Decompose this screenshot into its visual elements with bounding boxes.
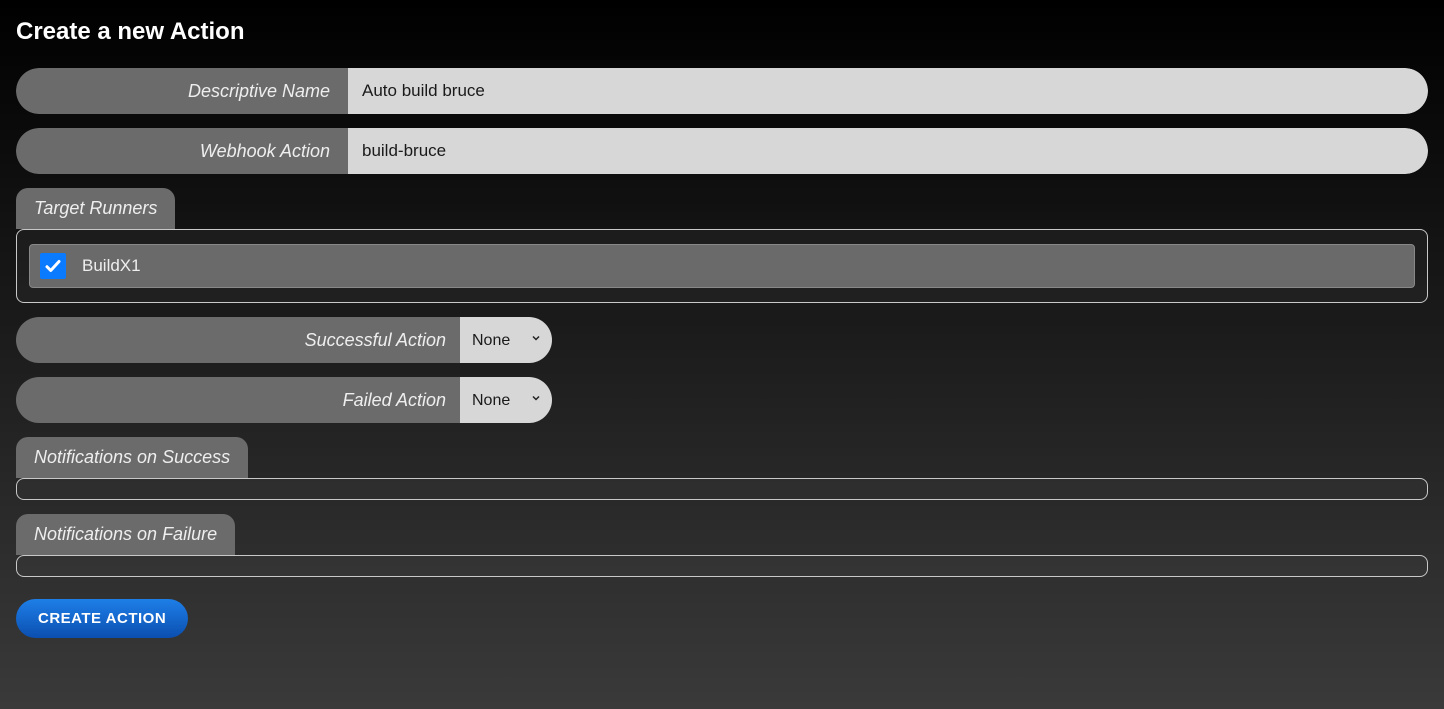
- webhook-action-input-wrap: [348, 128, 1428, 174]
- notifications-success-label: Notifications on Success: [16, 437, 248, 478]
- notifications-failure-section: Notifications on Failure: [16, 514, 1428, 577]
- descriptive-name-label: Descriptive Name: [16, 68, 348, 114]
- successful-action-select[interactable]: None: [472, 332, 533, 349]
- failed-action-row: Failed Action None: [16, 377, 552, 423]
- notifications-success-panel[interactable]: [16, 478, 1428, 500]
- descriptive-name-input-wrap: [348, 68, 1428, 114]
- notifications-failure-panel[interactable]: [16, 555, 1428, 577]
- target-runners-label: Target Runners: [16, 188, 175, 229]
- check-icon: [44, 257, 62, 275]
- runner-checkbox[interactable]: [40, 253, 66, 279]
- failed-action-select[interactable]: None: [472, 392, 533, 409]
- successful-action-label: Successful Action: [16, 317, 460, 363]
- webhook-action-input[interactable]: [362, 141, 1424, 161]
- successful-action-select-wrap: None: [460, 317, 552, 363]
- descriptive-name-input[interactable]: [362, 81, 1424, 101]
- descriptive-name-row: Descriptive Name: [16, 68, 1428, 114]
- target-runners-section: Target Runners BuildX1: [16, 188, 1428, 303]
- notifications-success-section: Notifications on Success: [16, 437, 1428, 500]
- failed-action-label: Failed Action: [16, 377, 460, 423]
- create-action-form: Create a new Action Descriptive Name Web…: [0, 0, 1444, 638]
- target-runners-panel: BuildX1: [16, 229, 1428, 303]
- failed-action-select-wrap: None: [460, 377, 552, 423]
- runner-name: BuildX1: [82, 256, 141, 276]
- create-action-button[interactable]: CREATE ACTION: [16, 599, 188, 638]
- successful-action-row: Successful Action None: [16, 317, 552, 363]
- webhook-action-row: Webhook Action: [16, 128, 1428, 174]
- runner-row[interactable]: BuildX1: [29, 244, 1415, 288]
- notifications-failure-label: Notifications on Failure: [16, 514, 235, 555]
- webhook-action-label: Webhook Action: [16, 128, 348, 174]
- page-title: Create a new Action: [16, 18, 1428, 46]
